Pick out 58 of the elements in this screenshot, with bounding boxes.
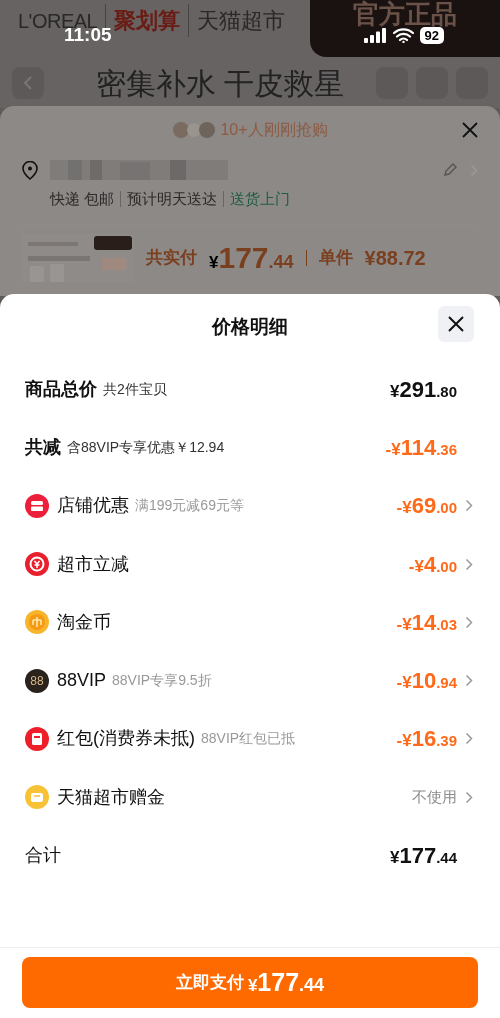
- sheet-title: 价格明细: [212, 314, 288, 339]
- row-label: 天猫超市赠金: [57, 785, 165, 809]
- chevron-icon: [465, 674, 473, 688]
- row-amount: -¥69.00: [396, 499, 457, 517]
- row-label: 商品总价: [25, 377, 97, 401]
- row-amount: ¥177.44: [389, 849, 457, 866]
- total-paid: ¥177.44: [209, 240, 294, 276]
- row-label: 合计: [25, 844, 61, 867]
- vip-badge: 88: [25, 668, 49, 693]
- row-note: 含88VIP专享优惠￥12.94: [67, 437, 225, 457]
- store-name: 天猫超市: [188, 4, 286, 37]
- edit-icon[interactable]: [442, 162, 458, 178]
- row-amount: -¥4.00: [408, 557, 457, 575]
- unit-price-label: 单件: [318, 246, 353, 269]
- wifi-icon: [392, 28, 414, 43]
- total-paid-label: 共实付: [146, 246, 197, 269]
- close-icon[interactable]: [462, 122, 478, 138]
- row-label: 店铺优惠: [57, 494, 129, 518]
- row-amount: 不使用: [412, 786, 457, 807]
- back-icon: [23, 75, 33, 91]
- pay-amount: ¥177.44: [247, 966, 325, 998]
- delivery-tag: 送货上门: [223, 191, 291, 208]
- coin-icon: [25, 610, 49, 635]
- signal-icon: [363, 28, 387, 43]
- page-title: 密集补水 干皮救星: [96, 65, 345, 102]
- discount-icon: [25, 552, 49, 577]
- envelope-icon: [25, 726, 49, 751]
- shipping-info: 快递 包邮: [50, 189, 115, 209]
- row-label: 超市立减: [57, 552, 129, 576]
- row-label: 88VIP: [57, 669, 107, 693]
- back-button[interactable]: [12, 67, 44, 99]
- chevron-icon: [465, 615, 473, 629]
- close-icon: [448, 316, 464, 332]
- chevron-icon: [465, 790, 473, 804]
- buyer-avatars: [172, 121, 217, 139]
- row-label: 红包(消费券未抵): [57, 727, 195, 751]
- row-amount: -¥10.94: [396, 674, 457, 692]
- chevron-icon: [465, 732, 473, 746]
- row-amount: -¥114.36: [385, 440, 457, 458]
- chevron-icon: [465, 557, 473, 571]
- row-note: 满199元减69元等: [135, 496, 244, 516]
- row-note: 共2件宝贝: [103, 379, 167, 399]
- pay-button[interactable]: 立即支付 ¥177.44: [22, 957, 478, 1008]
- row-amount: -¥14.03: [396, 615, 457, 633]
- shipping-info: 预计明天送达: [120, 191, 218, 208]
- row-label: 共减: [25, 435, 61, 459]
- shop-icon: [25, 493, 49, 518]
- row-amount: -¥16.39: [396, 732, 457, 750]
- location-icon: [22, 160, 38, 180]
- row-label: 淘金币: [57, 610, 111, 634]
- row-note: 88VIP专享9.5折: [112, 671, 212, 691]
- row-amount: ¥291.80: [389, 382, 457, 400]
- unit-price: ¥88.72: [364, 245, 426, 271]
- gift-card-icon: [25, 785, 49, 810]
- row-note: 88VIP红包已抵: [201, 729, 296, 749]
- close-button[interactable]: [438, 306, 474, 342]
- buyers-notice: 10+人刚刚抢购: [220, 120, 328, 140]
- chevron-icon: [465, 499, 473, 513]
